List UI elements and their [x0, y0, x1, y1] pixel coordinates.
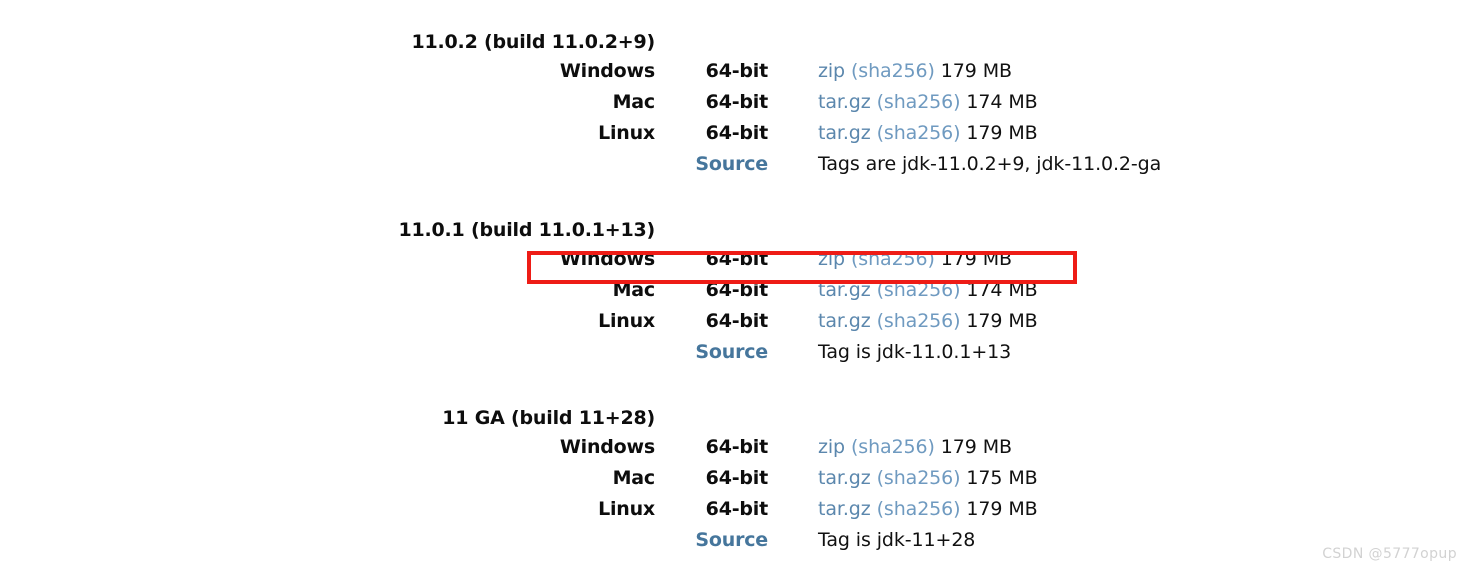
download-archive-link[interactable]: zip [818, 60, 845, 82]
file-size: 179 MB [966, 498, 1038, 520]
download-cell: Tag is jdk-11.0.1+13 [818, 337, 1011, 368]
release-heading: 11.0.1 (build 11.0.1+13) [398, 219, 655, 241]
paren-close: ) [953, 122, 967, 144]
build-row: Source Tag is jdk-11.0.1+13 [0, 337, 1471, 368]
build-row: Windows 64-bit zip (sha256) 179 MB [0, 244, 1471, 275]
paren-open: ( [845, 60, 859, 82]
jdk-builds-page: 11.0.2 (build 11.0.2+9) Windows 64-bit zip … [0, 0, 1471, 568]
checksum-link[interactable]: sha256 [884, 279, 953, 301]
file-size: 174 MB [966, 91, 1038, 113]
download-archive-link[interactable]: zip [818, 436, 845, 458]
download-archive-link[interactable]: zip [818, 248, 845, 270]
paren-close: ) [953, 91, 967, 113]
paren-close: ) [953, 310, 967, 332]
download-cell: Tags are jdk-11.0.2+9, jdk-11.0.2-ga [818, 149, 1161, 180]
paren-open: ( [870, 279, 884, 301]
download-archive-link[interactable]: tar.gz [818, 467, 871, 489]
file-size: 174 MB [966, 279, 1038, 301]
file-size: 179 MB [940, 248, 1012, 270]
file-size: 175 MB [966, 467, 1038, 489]
source-tag-note: Tags are jdk-11.0.2+9, jdk-11.0.2-ga [818, 153, 1162, 175]
download-cell: zip (sha256) 179 MB [818, 432, 1012, 463]
paren-close: ) [953, 498, 967, 520]
download-cell: zip (sha256) 179 MB [818, 244, 1012, 275]
file-size: 179 MB [966, 310, 1038, 332]
paren-close: ) [927, 60, 941, 82]
csdn-watermark: CSDN @5777opup [1322, 546, 1457, 562]
download-cell: tar.gz (sha256) 174 MB [818, 275, 1038, 306]
checksum-link[interactable]: sha256 [884, 122, 953, 144]
download-archive-link[interactable]: tar.gz [818, 122, 871, 144]
arch-label: 64-bit [705, 279, 769, 301]
checksum-link[interactable]: sha256 [884, 498, 953, 520]
release-block: 11 GA (build 11+28) Windows 64-bit zip (sha… [0, 404, 1471, 556]
arch-label: 64-bit [705, 467, 769, 489]
download-cell: tar.gz (sha256) 174 MB [818, 87, 1038, 118]
download-archive-link[interactable]: tar.gz [818, 498, 871, 520]
build-row: Source Tag is jdk-11+28 [0, 525, 1471, 556]
paren-open: ( [870, 91, 884, 113]
paren-open: ( [870, 122, 884, 144]
build-row: Mac 64-bit tar.gz (sha256) 174 MB [0, 275, 1471, 306]
source-tag-note: Tag is jdk-11+28 [818, 529, 976, 551]
build-row: Mac 64-bit tar.gz (sha256) 174 MB [0, 87, 1471, 118]
build-row: Linux 64-bit tar.gz (sha256) 179 MB [0, 118, 1471, 149]
build-row: Linux 64-bit tar.gz (sha256) 179 MB [0, 494, 1471, 525]
download-cell: zip (sha256) 179 MB [818, 56, 1012, 87]
paren-open: ( [845, 436, 859, 458]
release-heading: 11 GA (build 11+28) [442, 407, 655, 429]
source-link[interactable]: Source [0, 149, 768, 180]
paren-close: ) [927, 436, 941, 458]
paren-close: ) [953, 279, 967, 301]
paren-close: ) [953, 467, 967, 489]
arch-label: 64-bit [705, 498, 769, 520]
source-link[interactable]: Source [0, 525, 768, 556]
checksum-link[interactable]: sha256 [858, 60, 927, 82]
source-link[interactable]: Source [0, 337, 768, 368]
paren-open: ( [870, 498, 884, 520]
download-cell: tar.gz (sha256) 179 MB [818, 118, 1038, 149]
checksum-link[interactable]: sha256 [858, 248, 927, 270]
source-tag-note: Tag is jdk-11.0.1+13 [818, 341, 1012, 363]
arch-label: 64-bit [705, 60, 769, 82]
build-row: Linux 64-bit tar.gz (sha256) 179 MB [0, 306, 1471, 337]
paren-open: ( [870, 310, 884, 332]
paren-close: ) [927, 248, 941, 270]
release-block: 11.0.2 (build 11.0.2+9) Windows 64-bit zip … [0, 28, 1471, 180]
checksum-link[interactable]: sha256 [884, 467, 953, 489]
checksum-link[interactable]: sha256 [884, 310, 953, 332]
download-cell: tar.gz (sha256) 179 MB [818, 494, 1038, 525]
file-size: 179 MB [940, 60, 1012, 82]
download-cell: tar.gz (sha256) 179 MB [818, 306, 1038, 337]
release-heading: 11.0.2 (build 11.0.2+9) [411, 31, 655, 53]
build-row: Windows 64-bit zip (sha256) 179 MB [0, 56, 1471, 87]
file-size: 179 MB [966, 122, 1038, 144]
release-block: 11.0.1 (build 11.0.1+13) Windows 64-bit zip… [0, 216, 1471, 368]
paren-open: ( [870, 467, 884, 489]
download-cell: Tag is jdk-11+28 [818, 525, 975, 556]
checksum-link[interactable]: sha256 [858, 436, 927, 458]
arch-label: 64-bit [705, 248, 769, 270]
download-archive-link[interactable]: tar.gz [818, 91, 871, 113]
arch-label: 64-bit [705, 122, 769, 144]
build-row: Windows 64-bit zip (sha256) 179 MB [0, 432, 1471, 463]
download-cell: tar.gz (sha256) 175 MB [818, 463, 1038, 494]
download-archive-link[interactable]: tar.gz [818, 279, 871, 301]
arch-label: 64-bit [705, 91, 769, 113]
file-size: 179 MB [940, 436, 1012, 458]
build-row: Source Tags are jdk-11.0.2+9, jdk-11.0.2-… [0, 149, 1471, 180]
download-archive-link[interactable]: tar.gz [818, 310, 871, 332]
checksum-link[interactable]: sha256 [884, 91, 953, 113]
build-row: Mac 64-bit tar.gz (sha256) 175 MB [0, 463, 1471, 494]
paren-open: ( [845, 248, 859, 270]
arch-label: 64-bit [705, 310, 769, 332]
arch-label: 64-bit [705, 436, 769, 458]
